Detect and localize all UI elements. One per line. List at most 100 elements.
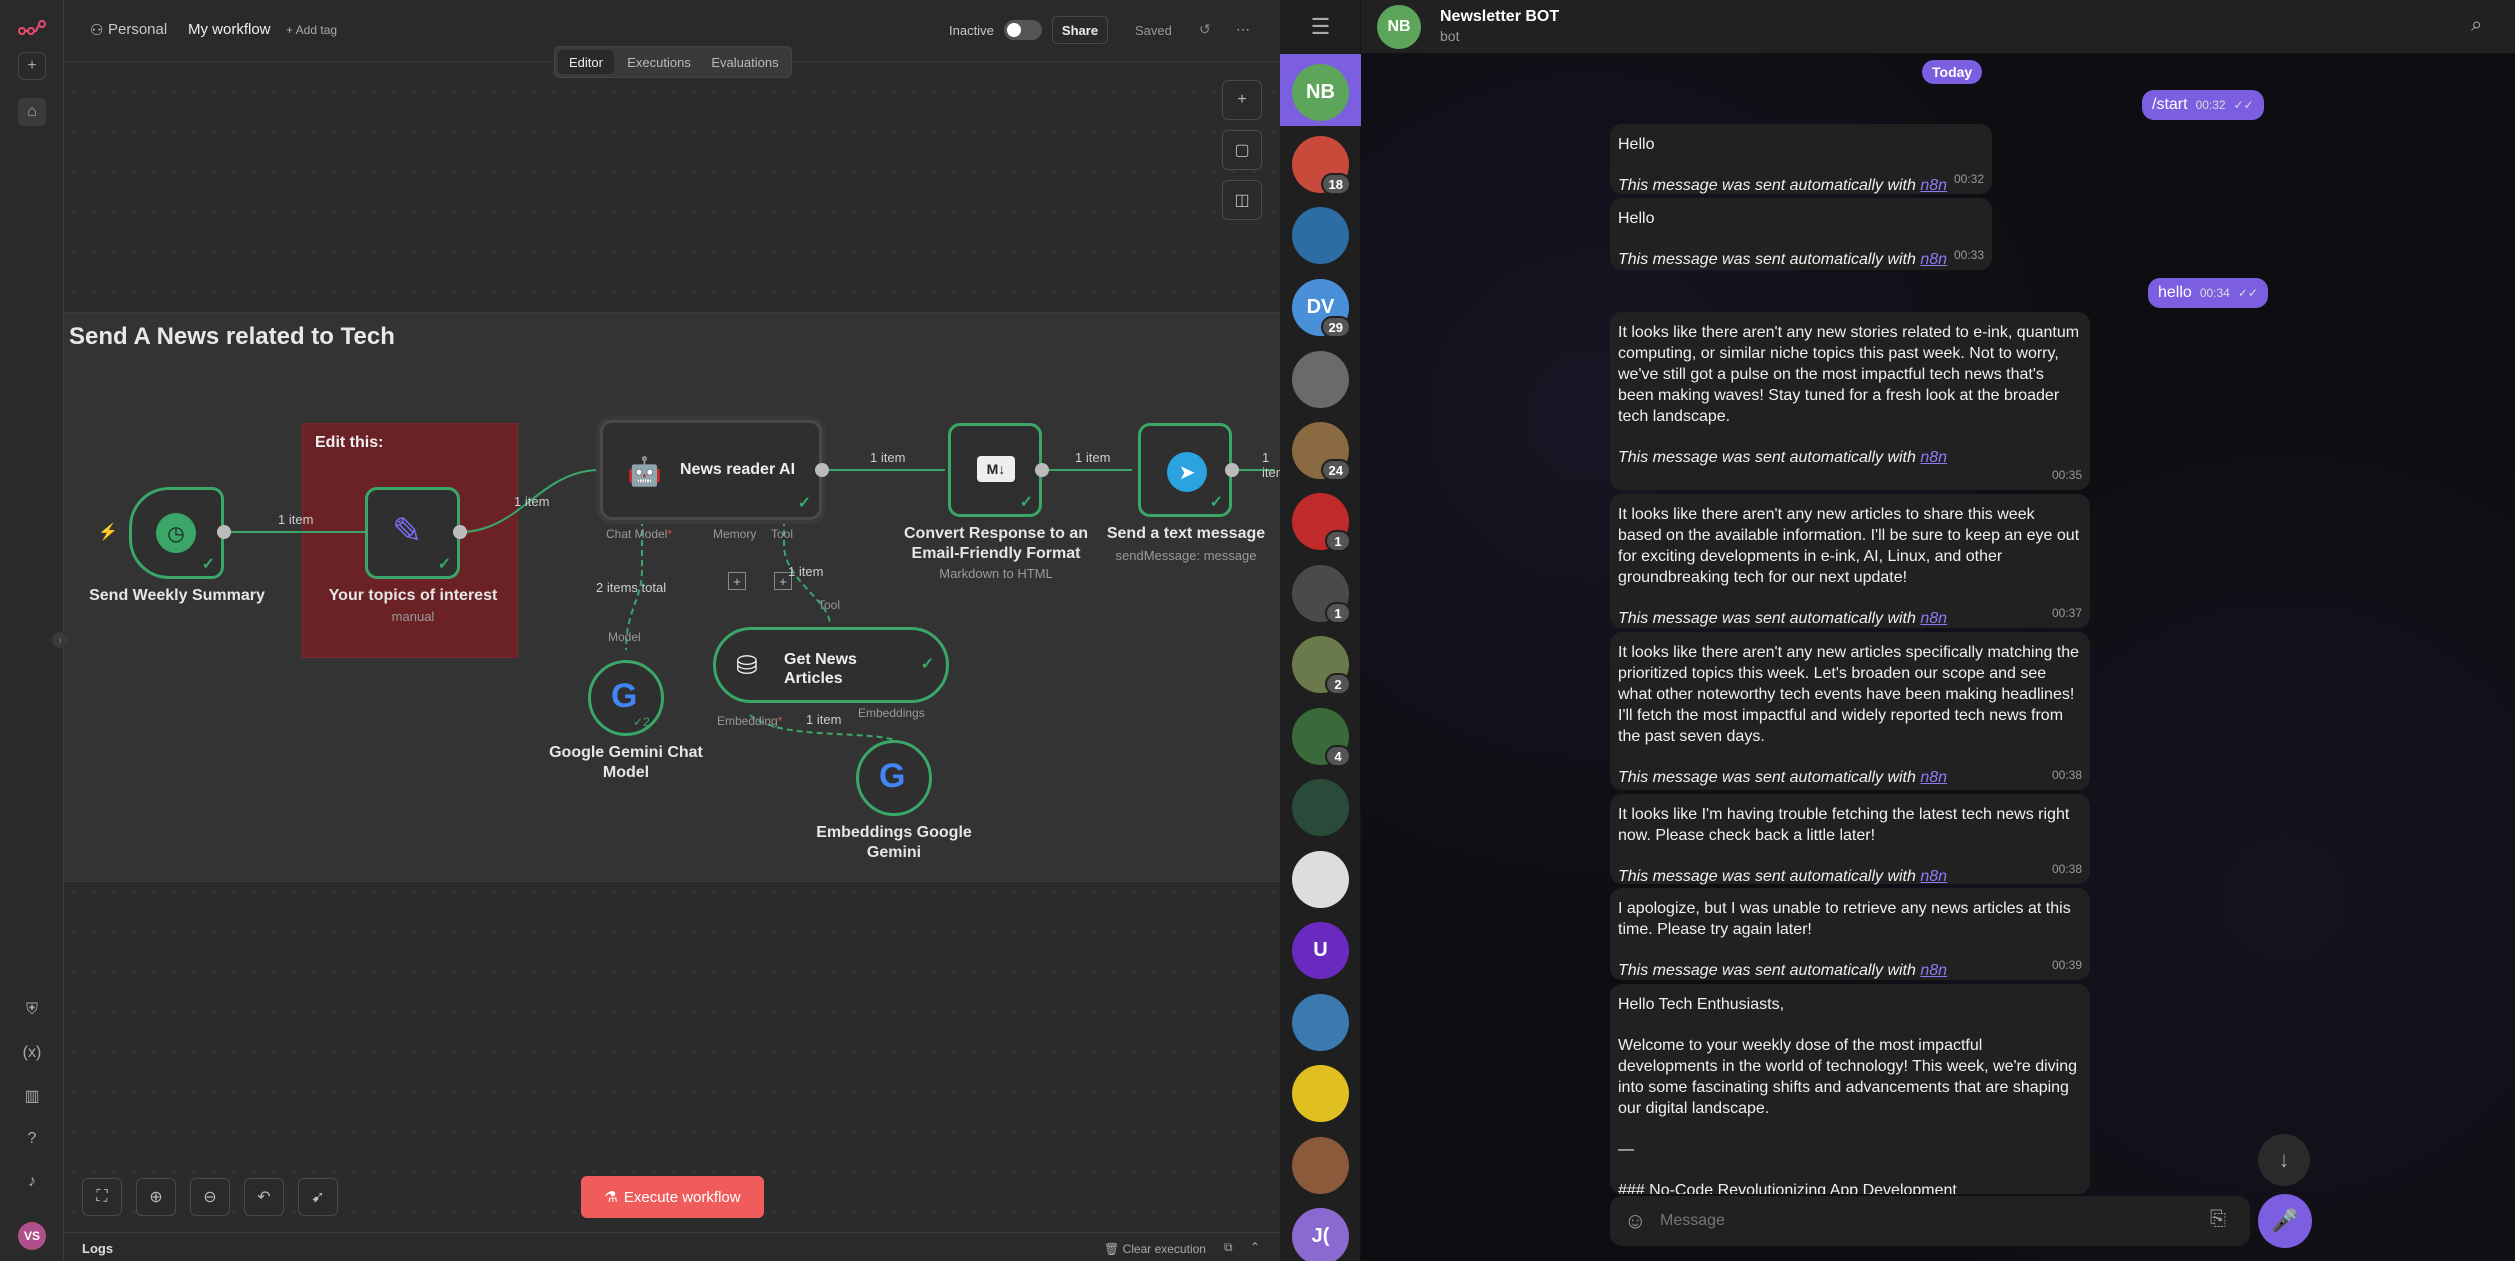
chat-list-avatar[interactable] — [1292, 779, 1349, 836]
date-pill: Today — [1922, 60, 1983, 84]
connection-label: 1 item — [870, 450, 906, 465]
embeddings-node-label: Embeddings Google Gemini — [816, 824, 972, 861]
markdown-node[interactable]: M↓ ✓ — [948, 423, 1042, 517]
microphone-button[interactable]: 🎤 — [2258, 1194, 2312, 1248]
chat-list-avatar[interactable]: 18 — [1292, 136, 1351, 195]
connection-label: 1 item — [278, 512, 314, 527]
unread-badge: 18 — [1320, 173, 1351, 195]
telegram-node-label: Send a text message — [1106, 525, 1266, 542]
chat-list-avatar[interactable]: 1 — [1292, 565, 1351, 624]
incoming-message[interactable]: Hello This message was sent automatically… — [1610, 198, 1992, 270]
chat-list-avatar[interactable] — [1292, 207, 1349, 264]
connection-label: 2 items total — [596, 580, 667, 595]
chat-list-avatar[interactable]: 4 — [1292, 708, 1351, 767]
chat-list-avatar[interactable] — [1292, 1137, 1349, 1194]
chat-list-avatar[interactable] — [1292, 1065, 1349, 1122]
menu-icon[interactable]: ☰ — [1280, 0, 1361, 54]
incoming-message[interactable]: It looks like there aren't any new stori… — [1610, 312, 2090, 490]
outgoing-message[interactable]: hello 00:34 ✓✓ — [2148, 278, 2268, 308]
telegram-node[interactable]: ➤ ✓ — [1138, 423, 1232, 517]
gemini-chat-node-label: Google Gemini Chat Model — [549, 744, 703, 781]
attach-icon[interactable]: ⎘ — [2210, 1208, 2226, 1231]
model-port-label: Model — [608, 630, 641, 644]
output-port[interactable] — [1225, 463, 1239, 477]
chat-list-avatar[interactable]: J( — [1292, 1208, 1349, 1261]
connection-label: 1 item — [806, 712, 842, 727]
avatar-initials: NB — [1306, 81, 1335, 103]
success-check-icon: ✓ — [1019, 494, 1033, 511]
chat-subtitle: bot — [1440, 28, 1460, 44]
pencil-icon: ✎ — [392, 510, 423, 551]
emoji-icon[interactable]: ☺ — [1624, 1208, 1646, 1234]
chat-list-avatar[interactable]: 24 — [1292, 422, 1351, 481]
zoom-out-icon[interactable]: ⊖ — [190, 1178, 230, 1216]
avatar-initials: J( — [1311, 1225, 1330, 1247]
connection-label: 1 item — [514, 494, 550, 509]
unread-badge: 1 — [1325, 530, 1351, 552]
incoming-message[interactable]: I apologize, but I was unable to retriev… — [1610, 888, 2090, 980]
chat-list-avatar[interactable]: 2 — [1292, 636, 1351, 695]
chat-avatar[interactable]: NB — [1377, 5, 1421, 49]
markdown-icon: M↓ — [977, 456, 1015, 482]
connection-label: 1 item — [1075, 450, 1111, 465]
chat-list-avatar[interactable]: 1 — [1292, 493, 1351, 552]
markdown-node-label: Convert Response to an Email-Friendly Fo… — [903, 525, 1089, 562]
trigger-node-label: Send Weekly Summary — [89, 587, 265, 604]
output-port[interactable] — [453, 525, 467, 539]
execute-workflow-button[interactable]: ⚗ Execute workflow — [581, 1176, 764, 1218]
trigger-node[interactable]: ◷ ✓ — [129, 487, 224, 579]
outgoing-message[interactable]: /start 00:32 ✓✓ — [2142, 90, 2264, 120]
chat-list-avatar[interactable]: DV 29 — [1292, 279, 1351, 338]
gemini-chat-node[interactable]: G ✓2 — [588, 660, 664, 736]
popout-icon[interactable]: ⧉ — [1224, 1240, 1233, 1255]
embeddings-node[interactable]: G — [856, 740, 932, 816]
markdown-node-sub: Markdown to HTML — [939, 566, 1053, 581]
success-check-icon: ✓ — [797, 495, 811, 512]
output-port[interactable] — [217, 525, 231, 539]
incoming-message[interactable]: It looks like there aren't any new artic… — [1610, 494, 2090, 628]
google-icon: G — [611, 677, 638, 715]
search-icon[interactable]: ⌕ — [2471, 14, 2482, 37]
clear-execution-button[interactable]: 🗑 Clear execution — [1104, 1242, 1206, 1256]
database-icon: ⛁ — [736, 650, 758, 680]
incoming-message[interactable]: Hello This message was sent automatically… — [1610, 124, 1992, 194]
run-count-badge: ✓2 — [633, 715, 650, 729]
unread-badge: 1 — [1325, 602, 1351, 624]
get-news-node[interactable]: ⛁ Get News Articles ✓ — [713, 627, 949, 703]
read-check-icon: ✓✓ — [2237, 286, 2258, 300]
robot-icon: 🤖 — [627, 456, 662, 487]
clock-icon: ◷ — [156, 513, 196, 553]
message-input[interactable] — [1660, 1206, 2180, 1236]
incoming-message[interactable]: It looks like there aren't any new artic… — [1610, 632, 2090, 790]
logs-title: Logs — [82, 1241, 114, 1256]
n8n-app: + ⌂ ⛨ (x) ▥ ? ♪ VS ⚇ Personal My workflo… — [0, 0, 1287, 1261]
flask-icon: ⚗ — [604, 1189, 618, 1206]
chat-list-avatar[interactable] — [1292, 351, 1349, 408]
topics-node[interactable]: ✎ ✓ — [365, 487, 460, 579]
chat-list-avatar[interactable] — [1292, 851, 1349, 908]
cursor-icon[interactable]: ➹ — [298, 1178, 338, 1216]
chat-list-avatar[interactable] — [1292, 994, 1349, 1051]
chat-list-avatar[interactable]: U — [1292, 922, 1349, 979]
undo-icon[interactable]: ↶ — [244, 1178, 284, 1216]
logs-panel[interactable]: Logs 🗑 Clear execution ⧉ ⌃ — [64, 1232, 1280, 1261]
incoming-message[interactable]: It looks like I'm having trouble fetchin… — [1610, 794, 2090, 885]
unread-badge: 24 — [1320, 459, 1351, 481]
incoming-message[interactable]: Hello Tech Enthusiasts, Welcome to your … — [1610, 984, 2090, 1194]
connection-label: 1 item — [788, 564, 824, 579]
fit-view-icon[interactable]: ⛶ — [82, 1178, 122, 1216]
chat-header: NB Newsletter BOT bot ⌕ — [1361, 0, 2515, 54]
google-icon: G — [879, 757, 906, 795]
add-memory-button[interactable]: + — [728, 572, 746, 590]
chat-list-avatar[interactable]: NB — [1292, 64, 1349, 121]
output-port[interactable] — [1035, 463, 1049, 477]
output-port[interactable] — [815, 463, 829, 477]
agent-node[interactable]: 🤖 News reader AI ✓ — [600, 420, 822, 520]
chevron-up-icon[interactable]: ⌃ — [1250, 1240, 1260, 1254]
avatar-initials: U — [1313, 939, 1328, 961]
scroll-down-button[interactable]: ↓ — [2258, 1134, 2310, 1186]
chat-title[interactable]: Newsletter BOT — [1440, 8, 1559, 26]
topics-node-label: Your topics of interest — [328, 587, 498, 604]
agent-node-label: News reader AI — [680, 461, 796, 478]
zoom-in-icon[interactable]: ⊕ — [136, 1178, 176, 1216]
